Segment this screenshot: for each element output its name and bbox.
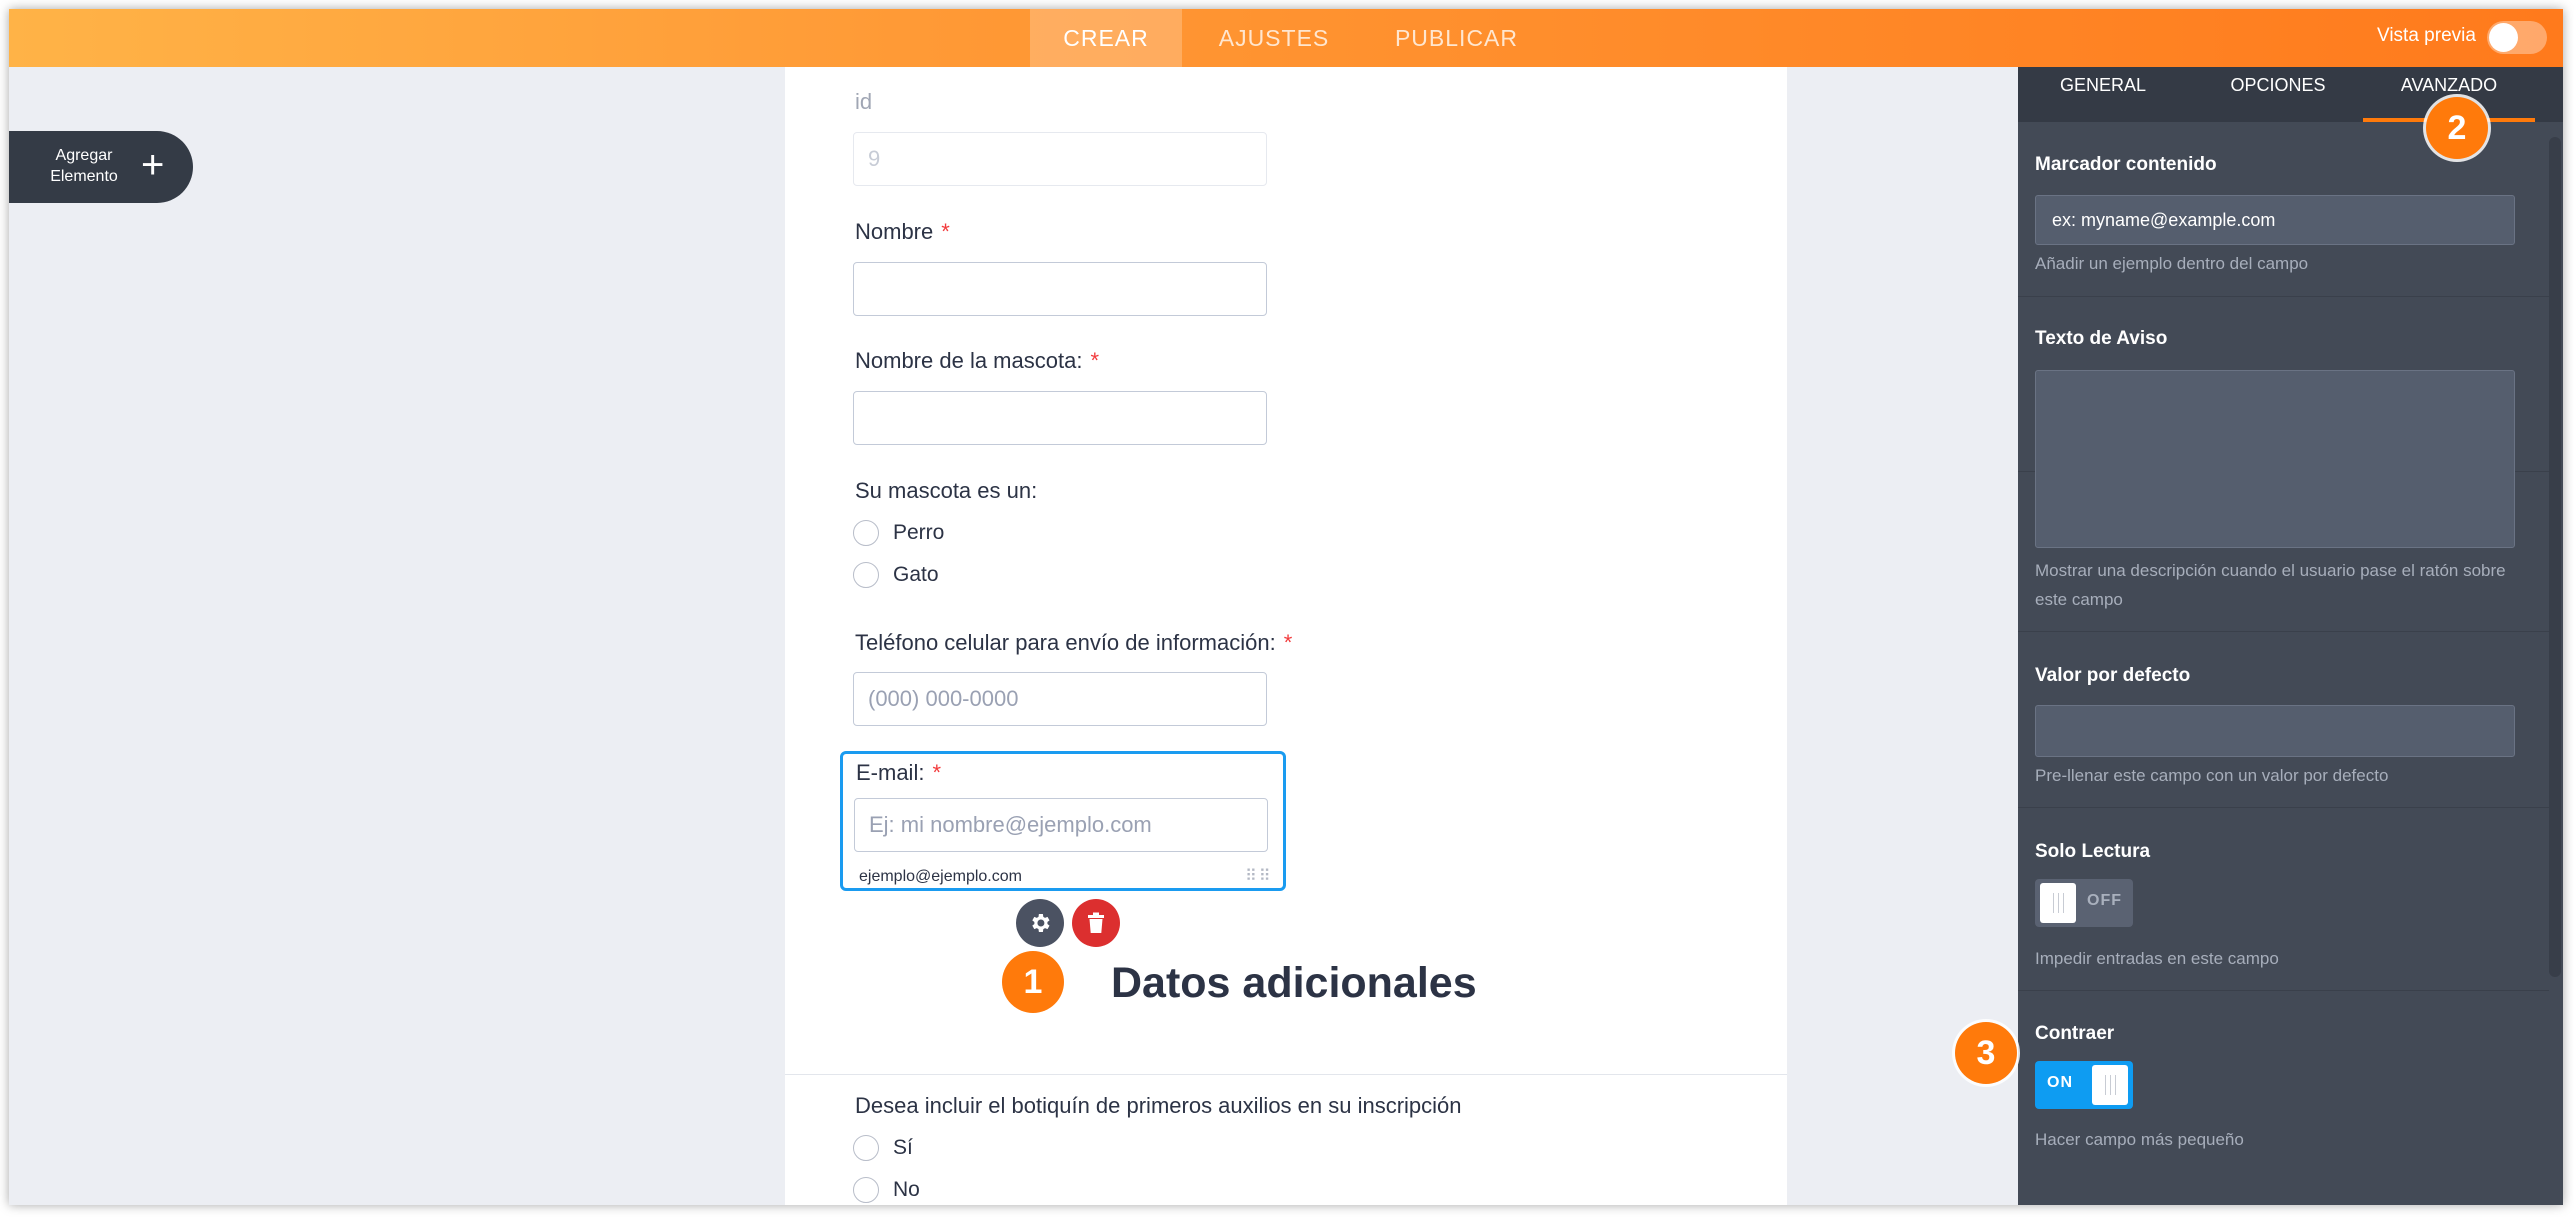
field-settings-button[interactable]	[1016, 899, 1064, 947]
marcador-desc: Añadir un ejemplo dentro del campo	[2035, 254, 2309, 273]
tab-general[interactable]: GENERAL	[2018, 67, 2188, 122]
marcador-input[interactable]: ex: myname@example.com	[2035, 195, 2515, 245]
mascota-label: Nombre de la mascota: *	[855, 348, 1099, 373]
step-badge-1: 1	[1002, 951, 1064, 1013]
toggle-knob	[2040, 883, 2076, 923]
section-divider	[785, 1074, 1787, 1075]
tipo-mascota-label: Su mascota es un:	[855, 478, 1038, 503]
id-label: id	[855, 89, 873, 114]
toggle-knob	[2489, 23, 2518, 52]
toggle-knob	[2092, 1065, 2128, 1105]
solo-lectura-section: Solo Lectura OFF Impedir entradas en est…	[2018, 808, 2549, 991]
contraer-title: Contraer	[2035, 1023, 2115, 1044]
aviso-desc: Mostrar una descripción cuando el usuari…	[2035, 561, 2506, 609]
tab-publicar[interactable]: PUBLICAR	[1364, 9, 1549, 67]
preview-label: Vista previa	[2377, 25, 2476, 46]
toggle-state: ON	[2047, 1074, 2073, 1091]
defecto-desc: Pre-llenar este campo con un valor por d…	[2035, 766, 2389, 785]
contraer-toggle[interactable]: ON	[2035, 1061, 2133, 1109]
radio-option-gato[interactable]: Gato	[853, 562, 939, 588]
preview-toggle[interactable]	[2487, 21, 2547, 54]
contraer-section: Contraer ON Hacer campo más pequeño	[2018, 991, 2549, 1181]
telefono-input[interactable]: (000) 000-0000	[853, 672, 1267, 726]
panel-scrollbar[interactable]	[2549, 137, 2561, 977]
field-delete-button[interactable]	[1072, 899, 1120, 947]
telefono-label: Teléfono celular para envío de informaci…	[855, 630, 1293, 655]
tab-crear[interactable]: CREAR	[1030, 9, 1182, 67]
defecto-section: Valor por defecto Pre-llenar este campo …	[2018, 632, 2549, 808]
step-badge-2: 2	[2426, 97, 2488, 159]
nombre-input[interactable]	[853, 262, 1267, 316]
solo-lectura-desc: Impedir entradas en este campo	[2035, 949, 2279, 968]
radio-button[interactable]	[853, 1177, 879, 1203]
add-element-label: Agregar Elemento	[50, 147, 118, 185]
form-builder-app: CREAR AJUSTES PUBLICAR Vista previa Agre…	[9, 9, 2563, 1205]
aviso-section: Texto de Aviso	[2018, 297, 2549, 548]
radio-button[interactable]	[853, 520, 879, 546]
section-title: Datos adicionales	[1111, 959, 1477, 1007]
email-sublabel: ejemplo@ejemplo.com	[859, 868, 1022, 885]
defecto-input[interactable]	[2035, 705, 2515, 757]
marcador-title: Marcador contenido	[2035, 154, 2217, 175]
id-field[interactable]: 9	[853, 132, 1267, 186]
form-canvas: id 9 Nombre * Nombre de la mascota: * Su m…	[785, 67, 1787, 1205]
plus-icon: +	[141, 143, 165, 187]
email-field-selected[interactable]: E-mail: * Ej: mi nombre@ejemplo.com ejemp…	[840, 751, 1286, 891]
radio-option-perro[interactable]: Perro	[853, 520, 944, 546]
defecto-title: Valor por defecto	[2035, 665, 2191, 686]
email-input[interactable]: Ej: mi nombre@ejemplo.com	[854, 798, 1268, 852]
radio-button[interactable]	[853, 1135, 879, 1161]
radio-button[interactable]	[853, 562, 879, 588]
aviso-textarea[interactable]	[2035, 370, 2515, 548]
contraer-desc: Hacer campo más pequeño	[2035, 1130, 2244, 1149]
tab-opciones[interactable]: OPCIONES	[2193, 67, 2363, 122]
nombre-label: Nombre *	[855, 219, 950, 244]
top-bar: CREAR AJUSTES PUBLICAR Vista previa	[9, 9, 2563, 67]
aviso-title: Texto de Aviso	[2035, 328, 2168, 349]
toggle-state: OFF	[2087, 892, 2122, 909]
mascota-input[interactable]	[853, 391, 1267, 445]
add-element-button[interactable]: Agregar Elemento +	[9, 131, 193, 203]
radio-option-no[interactable]: No	[853, 1177, 920, 1203]
step-badge-3: 3	[1955, 1022, 2017, 1084]
radio-option-si[interactable]: Sí	[853, 1135, 913, 1161]
drag-handle-icon[interactable]: ⠿⠿	[1245, 866, 1272, 886]
solo-lectura-toggle[interactable]: OFF	[2035, 879, 2133, 927]
email-label: E-mail: *	[856, 760, 942, 785]
botiquin-label: Desea incluir el botiquín de primeros au…	[855, 1093, 1462, 1118]
properties-panel: GENERAL OPCIONES AVANZADO Marcador conte…	[2018, 67, 2563, 1205]
solo-lectura-title: Solo Lectura	[2035, 841, 2151, 862]
trash-icon	[1088, 912, 1104, 933]
tab-ajustes[interactable]: AJUSTES	[1199, 9, 1349, 67]
gear-icon	[1032, 914, 1050, 932]
